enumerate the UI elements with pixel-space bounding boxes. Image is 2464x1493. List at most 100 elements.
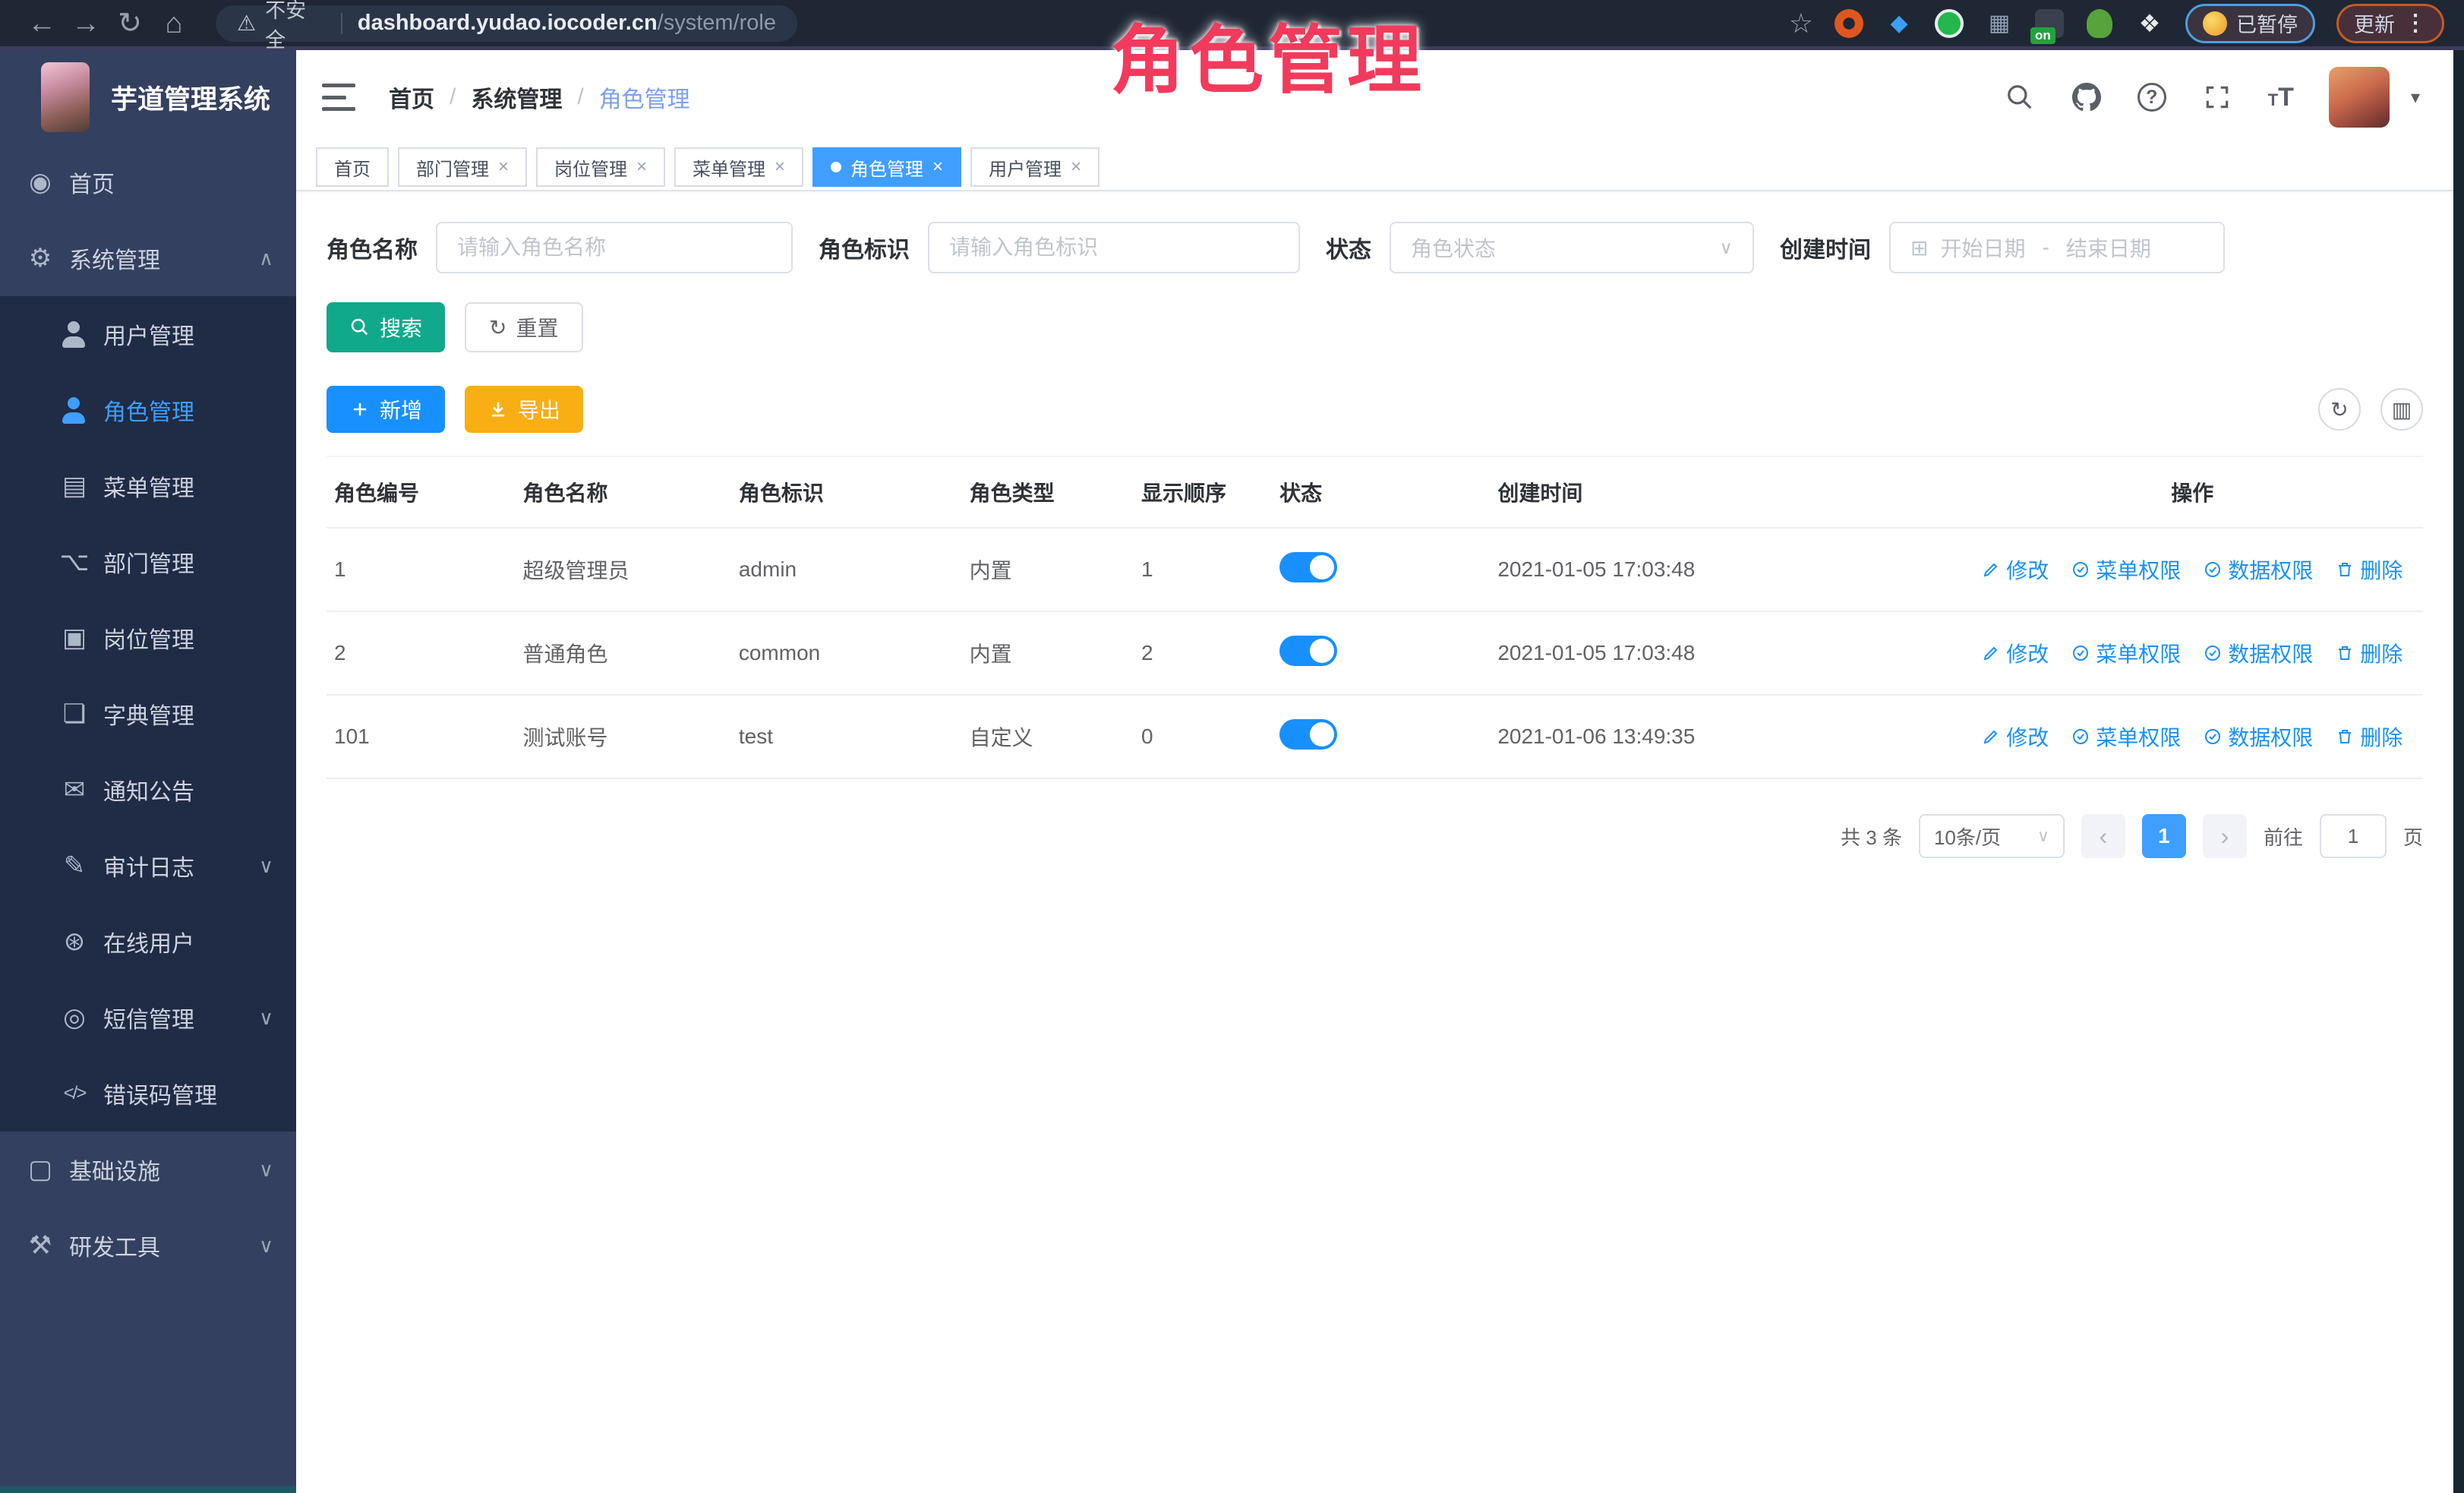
search-button[interactable]: 搜索 bbox=[327, 302, 445, 352]
extension-dark-icon[interactable]: on bbox=[2035, 9, 2064, 38]
sidebar-item-error-codes[interactable]: </> 错误码管理 bbox=[0, 1056, 296, 1132]
reset-button[interactable]: ↻ 重置 bbox=[465, 302, 582, 352]
sidebar-toggle-icon[interactable] bbox=[322, 84, 355, 111]
delete-action[interactable]: 删除 bbox=[2336, 638, 2402, 668]
extension-grid-icon[interactable]: ▦ bbox=[1985, 9, 2014, 38]
sidebar-item-infrastructure[interactable]: ▢ 基础设施 ∨ bbox=[0, 1132, 296, 1207]
add-button[interactable]: 新增 bbox=[327, 386, 445, 433]
app-logo[interactable]: 芋道管理系统 bbox=[0, 50, 296, 144]
search-button-row: 搜索 ↻ 重置 bbox=[327, 302, 2423, 352]
data-permission-action[interactable]: 数据权限 bbox=[2204, 554, 2313, 585]
page-size-value: 10条/页 bbox=[1934, 822, 2001, 851]
sidebar-item-home[interactable]: ◉ 首页 bbox=[0, 144, 296, 220]
status-toggle[interactable] bbox=[1279, 719, 1337, 750]
browser-home-icon[interactable]: ⌂ bbox=[152, 2, 196, 46]
font-size-icon[interactable]: TT bbox=[2268, 83, 2294, 112]
edit-action[interactable]: 修改 bbox=[1982, 554, 2049, 585]
role-key-field[interactable] bbox=[949, 235, 1279, 260]
extension-figure-icon[interactable] bbox=[2085, 9, 2114, 38]
data-permission-action[interactable]: 数据权限 bbox=[2204, 721, 2313, 752]
tab-posts[interactable]: 岗位管理 × bbox=[536, 147, 665, 187]
tab-menus[interactable]: 菜单管理 × bbox=[674, 147, 803, 187]
menu-permission-action[interactable]: 菜单权限 bbox=[2071, 721, 2181, 752]
sidebar-item-posts[interactable]: ▣ 岗位管理 bbox=[0, 600, 296, 676]
sidebar-item-label: 岗位管理 bbox=[103, 621, 194, 655]
address-bar[interactable]: ⚠ 不安全 dashboard.yudao.iocoder.cn /system… bbox=[216, 5, 797, 42]
browser-back-icon[interactable]: ← bbox=[20, 2, 64, 46]
end-date-placeholder[interactable]: 结束日期 bbox=[2066, 232, 2151, 263]
avatar-caret-icon[interactable]: ▾ bbox=[2411, 87, 2420, 109]
sidebar-item-label: 部门管理 bbox=[103, 545, 194, 579]
tab-close-icon[interactable]: × bbox=[932, 156, 943, 178]
tab-departments[interactable]: 部门管理 × bbox=[398, 147, 527, 187]
user-avatar[interactable] bbox=[2329, 67, 2390, 128]
fullscreen-icon[interactable] bbox=[2201, 81, 2233, 113]
tab-close-icon[interactable]: × bbox=[1071, 156, 1081, 178]
tab-users[interactable]: 用户管理 × bbox=[970, 147, 1099, 187]
date-range-picker[interactable]: ⊞ 开始日期 - 结束日期 bbox=[1889, 222, 2225, 273]
github-icon[interactable] bbox=[2071, 81, 2103, 113]
sidebar-item-online-users[interactable]: ⊛ 在线用户 bbox=[0, 904, 296, 980]
url-divider bbox=[341, 13, 342, 34]
calendar-icon: ⊞ bbox=[1910, 235, 1928, 260]
status-toggle[interactable] bbox=[1279, 552, 1337, 582]
tab-home[interactable]: 首页 bbox=[316, 147, 389, 187]
sidebar-item-users[interactable]: 用户管理 bbox=[0, 296, 296, 372]
goto-page-field[interactable] bbox=[2321, 816, 2385, 857]
role-name-field[interactable] bbox=[457, 235, 771, 260]
extension-orange-icon[interactable] bbox=[1835, 9, 1863, 38]
delete-action[interactable]: 删除 bbox=[2336, 554, 2402, 585]
browser-update-pill[interactable]: 更新 ⋮ bbox=[2336, 4, 2444, 43]
sidebar-item-system[interactable]: ⚙ 系统管理 ∧ bbox=[0, 220, 296, 296]
sidebar-item-menus[interactable]: ▤ 菜单管理 bbox=[0, 448, 296, 524]
tab-close-icon[interactable]: × bbox=[636, 156, 647, 178]
prev-page-button[interactable]: ‹ bbox=[2081, 814, 2125, 858]
data-permission-action[interactable]: 数据权限 bbox=[2204, 638, 2313, 668]
page-scrollbar[interactable] bbox=[2453, 50, 2464, 1493]
table-row: 101 测试账号 test 自定义 0 2021-01-06 13:49:35 … bbox=[327, 695, 2423, 778]
help-icon[interactable]: ? bbox=[2137, 83, 2166, 112]
browser-menu-icon[interactable]: ⋮ bbox=[2404, 10, 2427, 36]
bookmark-star-icon[interactable]: ☆ bbox=[1789, 8, 1813, 39]
extension-gem-icon[interactable]: ◆ bbox=[1885, 9, 1913, 38]
menu-permission-action[interactable]: 菜单权限 bbox=[2071, 638, 2181, 668]
breadcrumb-system[interactable]: 系统管理 bbox=[471, 80, 562, 114]
sidebar-item-notice[interactable]: ✉ 通知公告 bbox=[0, 752, 296, 828]
chevron-down-icon: ∨ bbox=[259, 854, 273, 878]
tab-roles[interactable]: 角色管理 × bbox=[812, 147, 961, 187]
sidebar-item-audit-log[interactable]: ✎ 审计日志 ∨ bbox=[0, 828, 296, 904]
next-page-button[interactable]: › bbox=[2203, 814, 2247, 858]
start-date-placeholder[interactable]: 开始日期 bbox=[1940, 232, 2025, 263]
profile-paused-pill[interactable]: 已暂停 bbox=[2185, 4, 2315, 43]
breadcrumb-home[interactable]: 首页 bbox=[389, 80, 434, 114]
tab-close-icon[interactable]: × bbox=[498, 156, 509, 178]
export-button[interactable]: 导出 bbox=[465, 386, 583, 433]
current-page-button[interactable]: 1 bbox=[2142, 814, 2186, 858]
role-name-input[interactable] bbox=[436, 222, 793, 273]
browser-reload-icon[interactable]: ↻ bbox=[108, 2, 152, 46]
browser-forward-icon[interactable]: → bbox=[64, 2, 108, 46]
goto-page-input[interactable] bbox=[2320, 814, 2387, 858]
sidebar-item-roles[interactable]: 角色管理 bbox=[0, 372, 296, 448]
sidebar-item-sms[interactable]: ◎ 短信管理 ∨ bbox=[0, 980, 296, 1056]
delete-action[interactable]: 删除 bbox=[2336, 721, 2402, 752]
search-icon[interactable] bbox=[2004, 81, 2036, 113]
status-select[interactable]: 角色状态 ∨ bbox=[1390, 222, 1754, 273]
security-warning-icon[interactable]: ⚠ bbox=[237, 11, 256, 36]
sidebar-item-dict[interactable]: ❏ 字典管理 bbox=[0, 676, 296, 752]
refresh-table-icon[interactable]: ↻ bbox=[2318, 388, 2361, 431]
monitor-icon: ▢ bbox=[25, 1154, 55, 1185]
edit-action[interactable]: 修改 bbox=[1982, 638, 2049, 668]
column-settings-icon[interactable]: ▥ bbox=[2380, 388, 2423, 431]
status-toggle[interactable] bbox=[1279, 636, 1337, 666]
org-tree-icon: ⌥ bbox=[59, 547, 90, 577]
menu-permission-action[interactable]: 菜单权限 bbox=[2071, 554, 2181, 585]
sidebar-item-dev-tools[interactable]: ⚒ 研发工具 ∨ bbox=[0, 1207, 296, 1283]
page-size-select[interactable]: 10条/页 ∨ bbox=[1919, 814, 2065, 858]
tab-close-icon[interactable]: × bbox=[775, 156, 785, 178]
edit-action[interactable]: 修改 bbox=[1982, 721, 2049, 752]
extensions-puzzle-icon[interactable]: ❖ bbox=[2135, 9, 2164, 38]
extension-green-icon[interactable] bbox=[1935, 9, 1964, 38]
sidebar-item-departments[interactable]: ⌥ 部门管理 bbox=[0, 524, 296, 600]
role-key-input[interactable] bbox=[928, 222, 1300, 273]
